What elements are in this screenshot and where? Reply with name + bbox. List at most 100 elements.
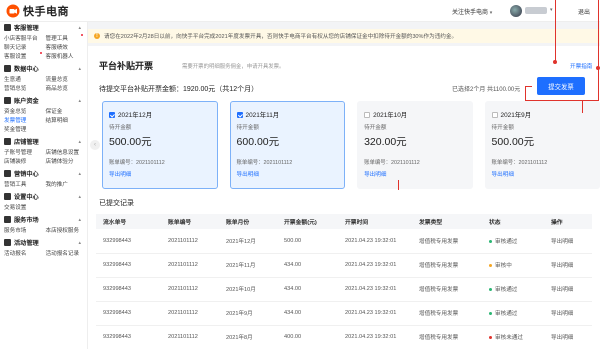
sidebar-section-header[interactable]: 店铺管理 ▴ <box>0 136 87 147</box>
sidebar-item[interactable]: 商品总览 <box>46 84 88 92</box>
export-detail-link[interactable]: 导出明细 <box>109 170 217 178</box>
logo[interactable]: 快手电商 <box>6 3 69 19</box>
section-icon <box>4 97 11 104</box>
username-blurred[interactable] <box>525 7 547 14</box>
sidebar-item[interactable]: 交易设置 <box>4 203 46 211</box>
sidebar-section-header[interactable]: 活动管理 ▴ <box>0 237 87 248</box>
export-detail-link[interactable]: 导出明细 <box>492 170 600 178</box>
annotation-line <box>555 0 556 62</box>
table-cell: 2021.04.23 19:32:01 <box>338 277 412 302</box>
sidebar-section-header[interactable]: 营销中心 ▴ <box>0 168 87 179</box>
sidebar-section: 账户资金 ▴ 资金总览 保证金 发票管理 结算明细 奖金管理 <box>0 95 87 136</box>
sidebar-item[interactable]: 活动报名记录 <box>46 249 88 257</box>
sidebar-item[interactable]: 聊天记录 <box>4 43 46 51</box>
card-amount: 500.00元 <box>109 136 152 148</box>
export-detail-link[interactable]: 导出明细 <box>544 229 592 254</box>
export-detail-link[interactable]: 导出明细 <box>544 277 592 302</box>
export-detail-link[interactable]: 导出明细 <box>544 325 592 349</box>
follow-dropdown[interactable]: 关注快手电商 ▾ <box>452 7 492 16</box>
sidebar-item[interactable]: 店铺体验分 <box>46 157 88 165</box>
sidebar-item[interactable]: 保证金 <box>46 107 88 115</box>
table-cell: 500.00 <box>277 229 338 254</box>
table-cell: 2021年11月 <box>219 253 277 278</box>
sidebar-item[interactable]: 流量总览 <box>46 75 88 83</box>
export-detail-link[interactable]: 导出明细 <box>364 170 472 178</box>
sidebar-section-header[interactable]: 数据中心 ▴ <box>0 63 87 74</box>
column-header: 流水单号 <box>96 214 161 229</box>
sidebar-item[interactable]: 我的推广 <box>46 180 88 188</box>
month-card[interactable]: 2021年10月 待开金额 320.00元 账单编号：2021101112 导出明细 <box>357 101 473 189</box>
sidebar-row: 生意通 流量总览 <box>0 74 87 83</box>
sidebar-row: 小店客服平台 管理工具 <box>0 33 87 42</box>
table-cell: 增值税专用发票 <box>412 325 482 349</box>
sidebar-item[interactable]: 客服机器人 <box>46 52 88 60</box>
sidebar-section-header[interactable]: 账户资金 ▴ <box>0 95 87 106</box>
card-month: 2021年10月 <box>373 112 408 119</box>
card-sub-label: 待开金额 <box>491 125 514 131</box>
sidebar-section-header[interactable]: 客服管理 ▴ <box>0 22 87 33</box>
sidebar-item[interactable]: 小店客服平台 <box>4 34 46 42</box>
chevron-up-icon: ▴ <box>78 138 81 145</box>
month-cards: 2021年12月 待开金额 500.00元 账单编号：2021101112 导出明细 20… <box>102 101 600 189</box>
month-card[interactable]: 2021年9月 待开金额 500.00元 账单编号：2021101112 导出明细 <box>484 101 600 189</box>
sidebar-item[interactable]: 本店授权服务 <box>46 226 88 234</box>
table-cell: 审核中 <box>482 253 544 278</box>
sidebar-section-title: 数据中心 <box>14 66 39 73</box>
card-header: 2021年10月 <box>364 110 472 119</box>
table-cell: 审核通过 <box>482 229 544 254</box>
sidebar-section-header[interactable]: 服务市场 ▴ <box>0 214 87 225</box>
card-bill-number: 账单编号：2021101112 <box>491 160 548 166</box>
sidebar-section-title: 设置中心 <box>14 194 39 201</box>
sidebar-row: 资金总览 保证金 <box>0 106 87 115</box>
month-card[interactable]: 2021年11月 待开金额 600.00元 账单编号：2021101112 导出明细 <box>229 101 346 189</box>
annotation-dot <box>553 60 557 64</box>
month-checkbox[interactable] <box>236 111 243 118</box>
sidebar-item[interactable]: 客服绩效 <box>46 43 88 51</box>
sidebar-item[interactable]: 客服设置 <box>4 51 46 60</box>
notice-banner: ! 请您在2022年2月28日以前，向快手平台完成2021年度发票开具，否则快手… <box>88 29 600 43</box>
sidebar-item[interactable]: 奖金管理 <box>4 125 46 133</box>
sidebar-item[interactable]: 管理工具 <box>46 33 88 42</box>
submit-invoice-button[interactable]: 提交发票 <box>537 77 585 95</box>
column-header: 开票时间 <box>338 214 412 229</box>
month-checkbox[interactable] <box>109 111 115 118</box>
card-header: 2021年11月 <box>236 110 345 119</box>
chevron-down-icon[interactable]: ▾ <box>550 7 553 13</box>
section-icon <box>4 170 11 177</box>
sidebar-item[interactable]: 活动报名 <box>4 249 46 257</box>
table-cell: 434.00 <box>277 301 338 326</box>
sidebar-item[interactable]: 发票管理 <box>4 116 46 124</box>
invoice-guide-link[interactable]: 开票指南 <box>570 62 592 70</box>
logout-link[interactable]: 退出 <box>578 7 590 16</box>
sidebar-item[interactable]: 店铺信息设置 <box>46 148 88 156</box>
annotation-dot <box>596 66 600 70</box>
month-card[interactable]: 2021年12月 待开金额 500.00元 账单编号：2021101112 导出明细 <box>102 101 218 189</box>
chevron-left-icon[interactable]: ‹ <box>90 140 100 150</box>
sidebar-item[interactable]: 子账号管理 <box>4 148 46 156</box>
status-text: 审核中 <box>495 263 512 269</box>
table-header-row: 流水单号 账单编号 账单月份 开票金额(元) 开票时间 发票类型 状态 操作 <box>96 214 592 229</box>
sidebar-item[interactable]: 资金总览 <box>4 107 46 115</box>
sidebar-item[interactable]: 营销工具 <box>4 180 46 188</box>
month-checkbox[interactable] <box>491 111 498 118</box>
month-checkbox[interactable] <box>364 111 371 118</box>
notice-text: 请您在2022年2月28日以前，向快手平台完成2021年度发票开具，否则快手电商… <box>104 34 458 40</box>
sidebar-item[interactable]: 结算明细 <box>46 116 88 124</box>
table-cell: 审核通过 <box>482 301 544 326</box>
export-detail-link[interactable]: 导出明细 <box>544 301 592 326</box>
sidebar-item[interactable]: 店铺装修 <box>4 157 46 165</box>
card-month: 2021年9月 <box>500 112 532 119</box>
sidebar-item[interactable]: 生意通 <box>4 75 46 83</box>
selected-summary: 已选择2个月 共1100.00元 <box>452 87 521 93</box>
table-row: 932998443 2021101112 2021年9月 434.00 2021.04.… <box>96 301 592 326</box>
sidebar-section-header[interactable]: 设置中心 ▴ <box>0 191 87 202</box>
sidebar-item[interactable]: 营销总览 <box>4 84 46 92</box>
chevron-up-icon: ▴ <box>78 193 81 200</box>
sidebar-item[interactable]: 服务市场 <box>4 226 46 234</box>
export-detail-link[interactable]: 导出明细 <box>544 253 592 278</box>
card-amount: 600.00元 <box>236 136 280 148</box>
avatar[interactable] <box>510 5 522 17</box>
export-detail-link[interactable]: 导出明细 <box>237 170 345 178</box>
chevron-up-icon: ▴ <box>78 170 81 177</box>
card-amount: 320.00元 <box>364 136 407 148</box>
